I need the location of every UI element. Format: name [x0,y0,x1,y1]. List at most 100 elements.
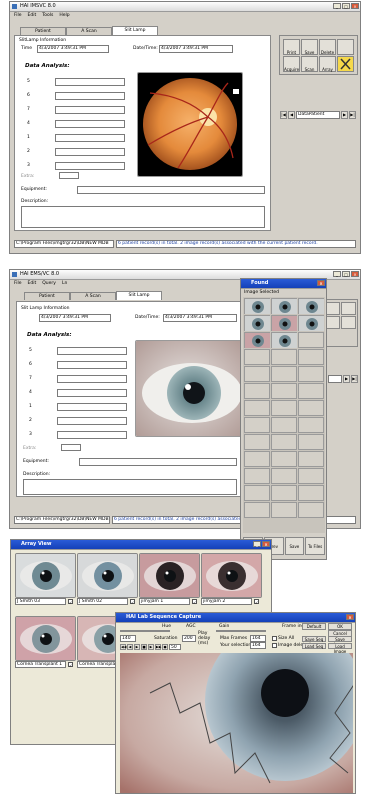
tools-button[interactable] [341,302,356,315]
save-image-button[interactable]: Save Image [328,636,352,647]
analysis-row-field[interactable] [57,431,127,439]
analysis-row-field[interactable] [55,78,125,86]
grid-cell[interactable] [271,315,297,331]
grid-cell[interactable] [271,485,297,501]
size-all-checkbox[interactable] [272,636,277,641]
tab-a-scan[interactable]: A Scan [70,292,116,300]
grid-cell[interactable] [271,400,297,416]
analysis-row-field[interactable] [57,389,127,397]
tab-a-scan[interactable]: A Scan [66,27,112,35]
grid-cell[interactable] [298,315,324,331]
datetime-field[interactable]: 4/3/2007 3:49:31 PM [163,314,237,322]
ok-button[interactable]: OK [328,623,352,630]
fundus-image[interactable] [137,72,243,177]
array-thumbnail[interactable] [15,553,76,598]
play-delay-value[interactable]: 200 [182,635,196,642]
saturation-value[interactable]: 140 [120,635,136,642]
grid-cell[interactable] [271,451,297,467]
save-button[interactable]: Save [284,537,305,555]
next-frame-button[interactable]: ▶ [148,644,154,650]
image-deleted-checkbox[interactable] [272,643,277,648]
thumbnail-label[interactable]: jimyjam 2 [201,598,252,605]
array-thumbnail[interactable] [15,616,76,661]
grid-cell[interactable] [298,298,324,314]
analysis-row-field[interactable] [57,361,127,369]
close-button[interactable]: × [262,541,270,547]
datetime-field[interactable]: 4/3/2007 3:49:31 PM [159,45,233,53]
menu-tools[interactable]: Tools [42,12,53,19]
grid-cell[interactable] [298,383,324,399]
delete-button[interactable]: Delete [319,39,336,55]
time-field[interactable]: 4/3/2007 3:49:31 PM [37,45,109,53]
eye-image[interactable] [135,340,243,437]
analysis-row-field[interactable] [57,375,127,383]
grid-cell[interactable] [271,383,297,399]
print-button[interactable]: Print [283,39,300,55]
grid-cell[interactable] [244,417,270,433]
menu-edit[interactable]: Edit [28,280,37,287]
close-button[interactable]: × [317,280,325,286]
thumbnail-checkbox[interactable]: ✓ [254,599,259,605]
grid-cell[interactable] [271,332,297,348]
array-button[interactable] [325,316,340,329]
tab-patient[interactable]: Patient [24,292,70,300]
grid-cell[interactable] [244,434,270,450]
menu-file[interactable]: File [14,280,22,287]
frame-counter[interactable]: 50 [169,644,181,650]
close-button[interactable]: × [351,3,359,9]
next-record-button[interactable]: ▶ [341,111,348,119]
thumbnail-label[interactable]: J Smith 03 [15,598,66,605]
grid-cell[interactable] [271,434,297,450]
analysis-row-field[interactable] [55,106,125,114]
default-button[interactable]: Default [302,623,326,630]
grid-cell[interactable] [298,332,324,348]
close-button[interactable]: × [351,271,359,277]
array-button[interactable]: Array [319,56,336,72]
grid-cell[interactable] [244,298,270,314]
analysis-row-field[interactable] [55,120,125,128]
save-button[interactable]: Save [301,39,318,55]
tab-patient[interactable]: Patient [20,27,66,35]
last-record-button[interactable]: ▶| [349,111,356,119]
grid-cell[interactable] [244,468,270,484]
extra-field[interactable] [59,172,79,179]
grid-cell[interactable] [244,400,270,416]
description-field[interactable] [23,479,237,495]
tab-slit-lamp[interactable]: Slit Lamp [116,291,162,300]
grid-cell[interactable] [244,366,270,382]
gain-slider[interactable] [216,630,266,632]
grid-cell[interactable] [298,400,324,416]
to-files-button[interactable]: To Files [305,537,325,555]
grid-cell[interactable] [298,485,324,501]
grid-cell[interactable] [298,502,324,518]
grid-cell[interactable] [271,349,297,365]
hue-slider[interactable] [120,630,170,632]
grid-cell[interactable] [298,417,324,433]
first-record-button[interactable]: |◀ [280,111,287,119]
maximize-button[interactable]: □ [342,271,350,277]
close-button[interactable]: × [346,614,354,620]
analysis-row-field[interactable] [57,347,127,355]
grid-cell[interactable] [244,315,270,331]
grid-cell[interactable] [271,417,297,433]
load-image-button[interactable]: Load Image [328,643,352,654]
grid-cell[interactable] [298,468,324,484]
capture-live-view[interactable] [120,653,353,793]
scan-button[interactable]: Scan [301,56,318,72]
grid-cell[interactable] [271,468,297,484]
thumbnail-checkbox[interactable]: ✓ [130,599,135,605]
analysis-row-field[interactable] [55,148,125,156]
forward-button[interactable]: ▶▶ [155,644,161,650]
grid-cell[interactable] [244,502,270,518]
tab-slit-lamp[interactable]: Slit Lamp [112,26,158,35]
grid-cell[interactable] [271,298,297,314]
extra-field[interactable] [61,444,81,451]
minimize-button[interactable]: _ [253,541,261,547]
record-field[interactable] [328,375,342,383]
menu-query[interactable]: Query [42,280,56,287]
thumbnail-label[interactable]: jimyjam 1 [139,598,190,605]
grid-cell[interactable] [244,332,270,348]
grid-cell[interactable] [271,366,297,382]
analysis-row-field[interactable] [57,403,127,411]
grid-cell[interactable] [298,349,324,365]
